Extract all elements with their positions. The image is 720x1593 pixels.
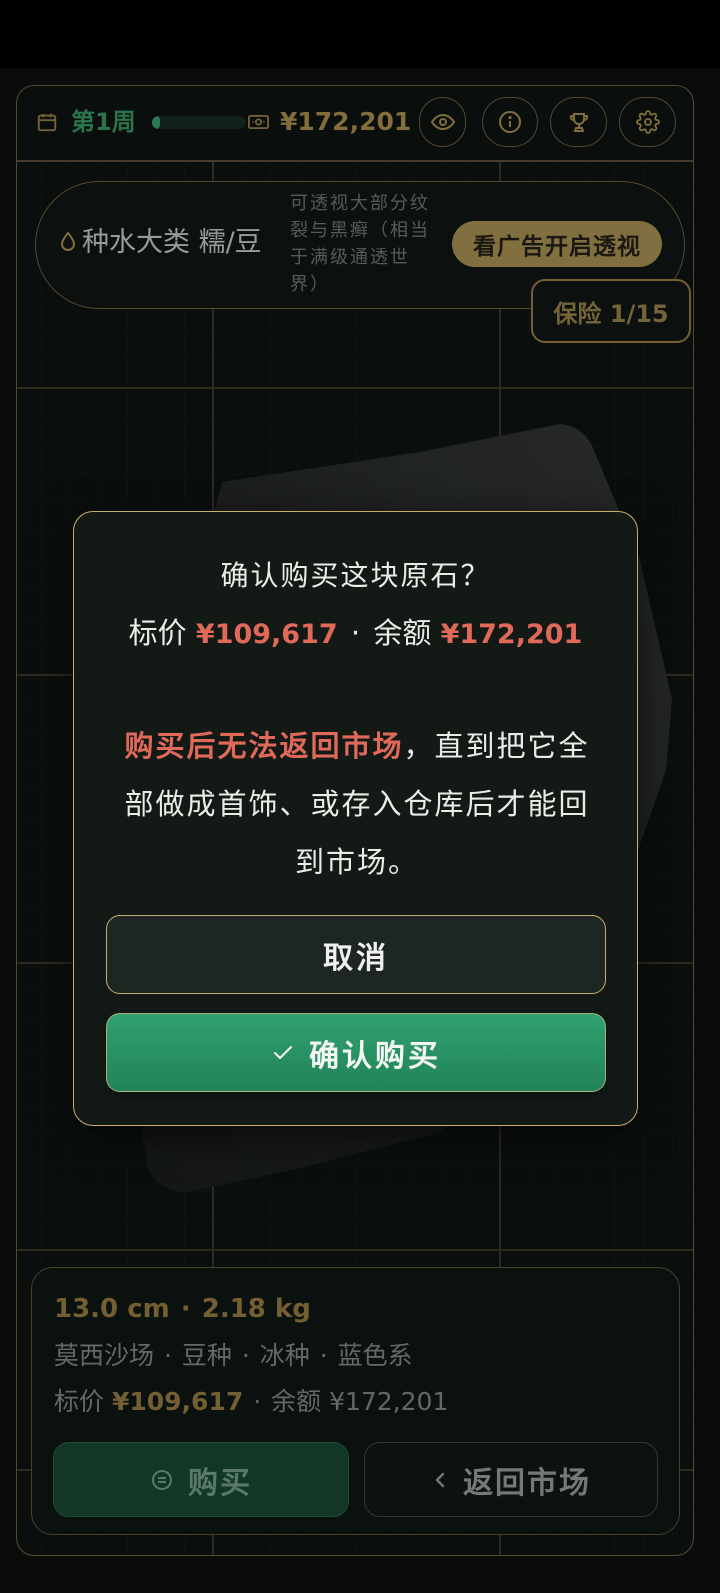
confirm-purchase-dialog: 确认购买这块原石？ 标价 ¥109,617 · 余额 ¥172,201 购买后无… — [73, 511, 638, 1126]
dialog-warning: 购买后无法返回市场，直到把它全部做成首饰、或存入仓库后才能回到市场。 — [118, 717, 596, 891]
confirm-purchase-button[interactable]: 确认购买 — [106, 1013, 606, 1092]
dialog-price-label: 标价 — [128, 616, 187, 650]
dialog-price-line: 标价 ¥109,617 · 余额 ¥172,201 — [74, 613, 637, 655]
check-icon — [271, 1041, 295, 1065]
dialog-title: 确认购买这块原石？ — [220, 559, 491, 592]
dialog-balance-label: 余额 — [373, 616, 432, 650]
dialog-separator: · — [350, 616, 361, 650]
warning-highlight: 购买后无法返回市场 — [124, 729, 404, 763]
cancel-button[interactable]: 取消 — [106, 915, 606, 994]
cancel-label: 取消 — [323, 940, 389, 976]
dialog-balance: ¥172,201 — [440, 619, 583, 650]
confirm-label: 确认购买 — [309, 1038, 441, 1074]
dialog-price: ¥109,617 — [195, 619, 338, 650]
